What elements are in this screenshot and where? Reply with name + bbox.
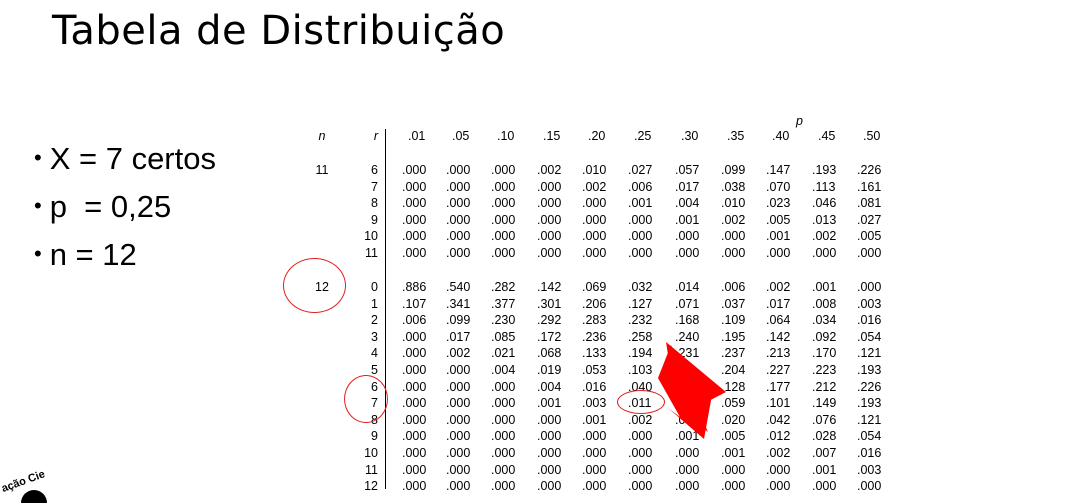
logo-mark-icon: ação Cie — [0, 468, 47, 503]
red-arrow-icon — [658, 342, 726, 439]
logo-text: ação Cie — [0, 468, 47, 495]
logo: ação Cie — [0, 458, 100, 503]
